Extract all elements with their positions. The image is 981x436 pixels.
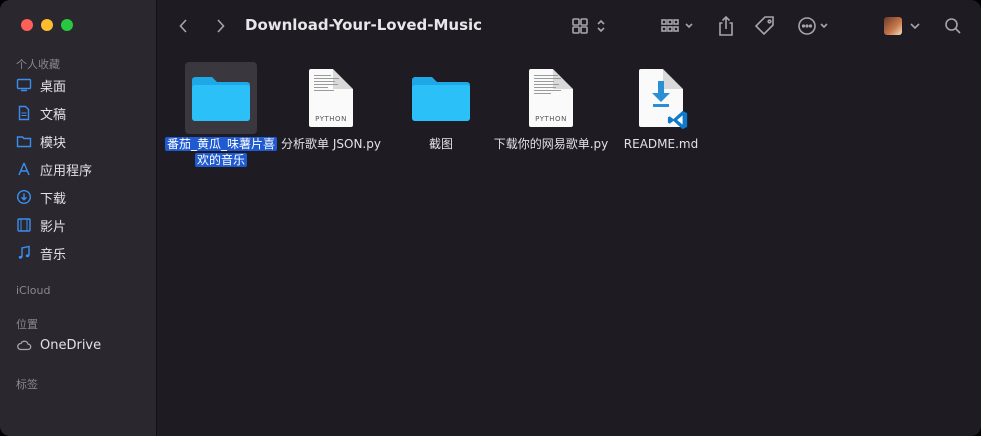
file-item-python[interactable]: PYTHON 下载你的网易歌单.py (493, 62, 609, 152)
icon-selection (185, 62, 257, 134)
chevron-left-icon (179, 19, 187, 33)
ellipsis-circle-icon (798, 17, 828, 35)
group-grid-icon (661, 19, 693, 32)
view-icons-button[interactable] (569, 15, 609, 37)
finder-window: 个人收藏 桌面 文稿 模块 应用程序 下载 影片 音乐 iCloud 位置 On… (0, 0, 981, 436)
tag-icon (754, 16, 774, 36)
forward-button[interactable] (209, 15, 231, 37)
section-icloud[interactable]: iCloud (16, 284, 50, 297)
icon-container (405, 62, 477, 134)
file-item-folder[interactable]: 截图 (383, 62, 499, 152)
section-tags[interactable]: 标签 (16, 376, 38, 392)
file-item-python[interactable]: PYTHON 分析歌单 JSON.py (273, 62, 389, 152)
cloud-icon (17, 340, 32, 351)
sidebar-item-label: 影片 (40, 219, 67, 235)
file-name: 截图 (428, 137, 453, 151)
search-button[interactable] (941, 14, 965, 38)
tag-button[interactable] (753, 14, 777, 38)
download-icon (16, 189, 32, 205)
sidebar-item-desktop[interactable]: 桌面 (16, 74, 66, 96)
avatar (884, 17, 902, 35)
sidebar-item-label: OneDrive (40, 337, 102, 353)
file-name: README.md (623, 137, 699, 151)
sidebar-item-modules[interactable]: 模块 (16, 130, 66, 152)
sidebar-item-documents[interactable]: 文稿 (16, 102, 66, 124)
close-button[interactable] (21, 19, 33, 31)
section-favorites: 个人收藏 (16, 58, 60, 71)
sidebar-item-music[interactable]: 音乐 (16, 242, 66, 264)
sidebar-item-label: 下载 (40, 191, 67, 207)
sidebar-item-label: 音乐 (40, 247, 67, 263)
file-browser: 番茄_黄瓜_味薯片喜欢的音乐 PYTHON 分析歌单 JSON.py 截图 PY… (157, 52, 981, 436)
folder-icon (192, 77, 250, 121)
icon-container: PYTHON (515, 62, 587, 134)
share-button[interactable] (715, 13, 737, 39)
back-button[interactable] (173, 15, 195, 37)
search-icon (945, 18, 961, 34)
group-button[interactable] (657, 15, 699, 37)
file-type-tag: PYTHON (535, 115, 567, 123)
sidebar-item-downloads[interactable]: 下载 (16, 186, 66, 208)
file-name: 番茄_黄瓜_味薯片喜欢的音乐 (164, 137, 277, 167)
python-file-icon: PYTHON (309, 69, 353, 127)
toolbar: Download-Your-Loved-Music (157, 0, 981, 52)
minimize-button[interactable] (41, 19, 53, 31)
profile-menu-button[interactable] (883, 14, 923, 38)
document-icon (18, 105, 30, 121)
markdown-file-icon (639, 69, 688, 130)
film-icon (17, 218, 31, 232)
share-icon (719, 15, 733, 36)
file-item-markdown[interactable]: README.md (603, 62, 719, 152)
applications-icon (18, 162, 30, 176)
music-note-icon (18, 245, 30, 259)
chevron-right-icon (217, 19, 225, 33)
sidebar-item-onedrive[interactable]: OneDrive (16, 334, 101, 356)
zoom-button[interactable] (61, 19, 73, 31)
sidebar-item-label: 桌面 (40, 79, 67, 95)
grid-view-icon (572, 18, 605, 34)
section-locations: 位置 (16, 318, 38, 331)
chevron-down-icon (910, 23, 920, 30)
vscode-icon (667, 110, 688, 130)
file-item-folder[interactable]: 番茄_黄瓜_味薯片喜欢的音乐 (163, 62, 279, 168)
window-controls (21, 19, 73, 31)
icon-container: PYTHON (295, 62, 367, 134)
sidebar: 个人收藏 桌面 文稿 模块 应用程序 下载 影片 音乐 iCloud 位置 On… (0, 0, 157, 436)
more-actions-button[interactable] (795, 14, 833, 38)
window-title: Download-Your-Loved-Music (245, 16, 483, 34)
folder-icon (16, 136, 32, 148)
python-file-icon: PYTHON (529, 69, 573, 127)
file-name: 下载你的网易歌单.py (493, 137, 609, 151)
file-type-tag: PYTHON (315, 115, 347, 123)
folder-icon (412, 77, 470, 121)
desktop-icon (16, 78, 32, 92)
sidebar-item-applications[interactable]: 应用程序 (16, 158, 92, 180)
icon-container (625, 62, 697, 134)
sidebar-item-label: 应用程序 (40, 163, 93, 179)
sidebar-item-movies[interactable]: 影片 (16, 214, 66, 236)
file-name: 分析歌单 JSON.py (281, 137, 381, 151)
sidebar-item-label: 文稿 (40, 107, 67, 123)
sidebar-item-label: 模块 (40, 135, 67, 151)
